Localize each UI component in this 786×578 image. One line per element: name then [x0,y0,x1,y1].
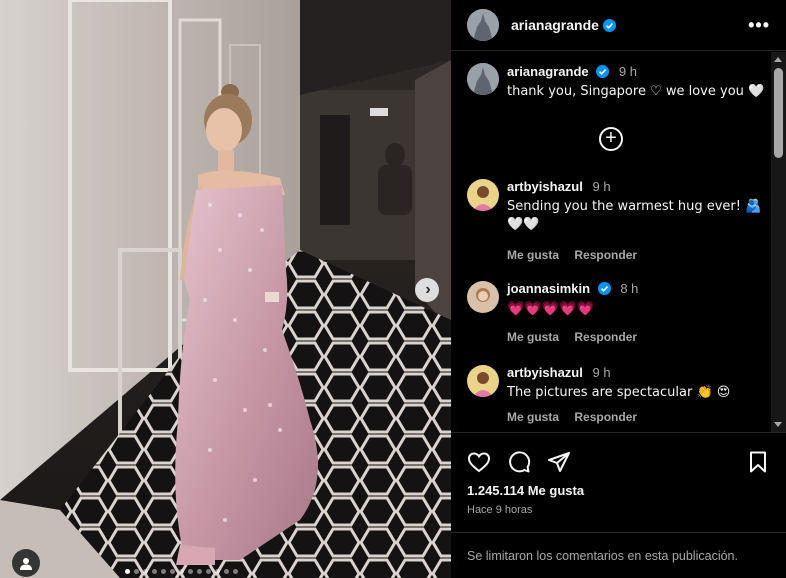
comments-scrollbar[interactable] [771,52,786,432]
post-footer: 1.245.114 Me gusta Hace 9 horas Se limit… [451,432,786,578]
comments-list[interactable]: arianagrande 9 h thank you, Singapore ♡ … [451,52,786,432]
comment-username[interactable]: artbyishazul [507,365,583,380]
carousel-dot [161,569,166,574]
carousel-dot [215,569,220,574]
author-avatar[interactable] [467,9,499,41]
post-header: arianagrande ••• [451,0,786,51]
post-caption: arianagrande 9 h thank you, Singapore ♡ … [467,63,764,101]
caption-username[interactable]: arianagrande [507,64,589,79]
load-more-comments-button[interactable]: + [599,127,623,151]
carousel-dot [179,569,184,574]
verified-badge-icon [597,282,611,295]
post-image[interactable]: › [0,0,451,578]
like-comment-button[interactable]: Me gusta [507,410,559,424]
comment-text: The pictures are spectacular 👏 😍 [507,385,731,400]
comment-time[interactable]: 8 h [620,281,638,296]
caption-text: thank you, Singapore ♡ we love you 🤍 [507,84,765,99]
avatar-image [467,179,499,211]
like-count[interactable]: 1.245.114 Me gusta [451,477,786,498]
carousel-dot [170,569,175,574]
tagged-users-button[interactable] [12,549,40,577]
caption-time[interactable]: 9 h [619,64,637,79]
share-icon[interactable] [547,450,571,474]
verified-badge-icon [602,18,616,32]
carousel-dot [143,569,148,574]
carousel-dot [206,569,211,574]
comment-text: Sending you the warmest hug ever! 🫂 🤍🤍 [507,199,762,232]
comment-item: artbyishazul 9 h The pictures are specta… [467,365,767,424]
avatar-image [467,63,499,95]
reply-button[interactable]: Responder [574,248,637,262]
avatar-image [467,9,499,41]
post-action-bar [451,433,786,477]
author-username[interactable]: arianagrande [511,17,599,33]
comment-text: 💗💗💗💗💗 [507,301,595,317]
scroll-down-arrow-icon[interactable] [774,422,782,427]
post-timestamp[interactable]: Hace 9 horas [451,498,786,516]
avatar-image [467,281,499,313]
post-photo [0,0,451,578]
comment-username[interactable]: artbyishazul [507,179,583,194]
carousel-dot [197,569,202,574]
carousel-dot [188,569,193,574]
like-comment-button[interactable]: Me gusta [507,330,559,344]
commenter-avatar[interactable] [467,365,499,397]
comment-icon[interactable] [507,450,531,474]
caption-avatar[interactable] [467,63,499,95]
carousel-dot [125,569,130,574]
comments-limited-notice: Se limitaron los comentarios en esta pub… [451,532,786,578]
chevron-right-icon: › [425,281,431,298]
post-side-panel: arianagrande ••• arianagrande 9 h thank … [451,0,786,578]
user-tag-icon [20,558,32,570]
scrollbar-thumb[interactable] [774,68,783,158]
carousel-indicator [125,569,238,574]
comment-item: joannasimkin 8 h 💗💗💗💗💗 Me gusta Responde… [467,281,767,344]
carousel-dot [152,569,157,574]
comment-item: artbyishazul 9 h Sending you the warmest… [467,179,767,262]
more-options-icon[interactable]: ••• [748,15,770,36]
reply-button[interactable]: Responder [574,330,637,344]
bookmark-icon[interactable] [746,450,770,474]
comment-username[interactable]: joannasimkin [507,281,590,296]
commenter-avatar[interactable] [467,179,499,211]
plus-circle-icon: + [605,127,617,149]
comment-time[interactable]: 9 h [592,179,610,194]
carousel-dot [233,569,238,574]
carousel-dot [134,569,139,574]
commenter-avatar[interactable] [467,281,499,313]
verified-badge-icon [596,65,610,78]
reply-button[interactable]: Responder [574,410,637,424]
carousel-dot [224,569,229,574]
scroll-up-arrow-icon[interactable] [774,57,782,62]
heart-icon[interactable] [467,450,491,474]
next-slide-button[interactable]: › [415,278,439,302]
avatar-image [467,365,499,397]
like-comment-button[interactable]: Me gusta [507,248,559,262]
comment-time[interactable]: 9 h [592,365,610,380]
